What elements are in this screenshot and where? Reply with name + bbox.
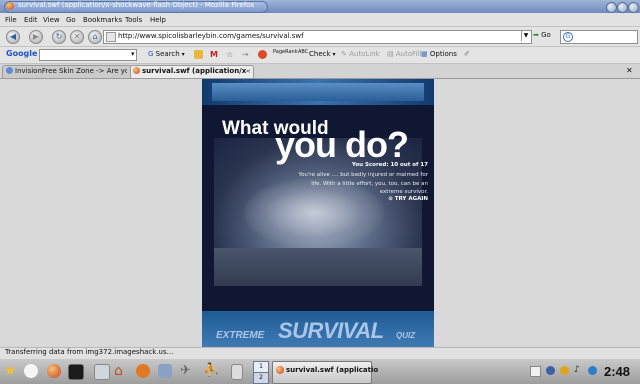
tab-invisionfree-label: InvisionFree Skin Zone -> Are you... [15,67,127,75]
update-tray-icon[interactable] [588,366,597,375]
options-icon: ▦ [421,50,428,58]
google-logo[interactable]: Google ▾ [6,49,43,58]
back-button[interactable]: ◀ [6,30,20,44]
check-button[interactable]: Check ▾ [309,50,335,58]
menu-file[interactable]: File [5,16,17,24]
forward-arrow-icon: ▶ [32,32,40,41]
home-folder-icon[interactable]: ⌂ [114,364,128,378]
start-menu-icon[interactable]: ★ [4,364,18,378]
autofill-icon: ▤ [387,50,394,58]
taskbar-firefox-icon [276,366,284,374]
try-again-icon: ⊙ [388,196,393,202]
menu-view[interactable]: View [43,16,60,24]
menu-go[interactable]: Go [66,16,76,24]
bookmark-star-icon[interactable]: ☆ [226,50,235,59]
maximize-icon[interactable] [617,2,628,13]
logo-extreme: EXTREME [216,330,265,341]
google-search-input[interactable] [39,49,137,61]
tab-survival-label: survival.swf (application/x-sh... [142,67,250,75]
reload-button[interactable]: ↻ [52,30,66,44]
google-search-label: Search [155,50,180,58]
stop-icon: ✕ [73,32,81,41]
score-title: You Scored: 10 out of 17 [351,162,428,168]
aim-icon[interactable]: ⛹ [203,364,219,378]
autofill-button[interactable]: ▤ AutoFill [387,50,421,58]
pagerank-icon [258,50,267,59]
amarok-icon[interactable] [158,364,172,378]
options-label: Options [429,50,457,58]
clock[interactable]: 2:48 [604,364,630,379]
score-description: You're alive .... but badly injured or m… [298,172,428,195]
desktop-icon[interactable] [94,364,110,380]
forward-button[interactable]: ▶ [29,30,43,44]
home-icon: ⌂ [92,32,98,41]
window-title: survival.swf (application/x-shockwave-fl… [18,1,255,9]
close-tab-icon[interactable]: ✕ [626,66,633,75]
survival-favicon [133,67,140,74]
gmail-icon[interactable]: M [210,50,219,59]
url-dropdown-icon[interactable]: ▼ [521,31,530,41]
google-search-button[interactable]: G Search ▾ [148,50,185,58]
google-logo-text: Google [6,49,38,58]
penguin-icon[interactable] [24,364,38,378]
spellcheck-icon: ABC [298,49,309,55]
google-search-dropdown-icon[interactable]: ▾ [131,50,135,58]
highlighter-icon[interactable]: ✐ [464,50,470,58]
news-icon[interactable] [194,50,203,59]
show-desktop-icon[interactable] [231,364,243,380]
try-again-button[interactable]: ⊙ TRY AGAIN [364,196,428,202]
notes-tray-icon[interactable] [530,366,541,377]
skype-icon[interactable] [136,364,150,378]
menu-help[interactable]: Help [150,16,166,24]
pagerank-label[interactable]: PageRank [273,49,298,55]
menu-edit[interactable]: Edit [24,16,38,24]
back-arrow-icon: ◀ [9,32,17,41]
lock-tray-icon[interactable] [560,366,569,375]
reload-icon: ↻ [55,32,63,41]
go-button[interactable]: ➡ Go [533,31,551,39]
menu-bookmarks[interactable]: Bookmarks [83,16,122,24]
taskbar-window-label: survival.swf (applicatio [286,366,379,374]
network-tray-icon[interactable] [546,366,555,375]
satellite-icon[interactable]: ✈ [180,364,194,378]
google-g-icon: G [148,50,154,58]
search-engine-icon[interactable]: G [563,32,573,42]
page-icon [106,32,116,42]
flash-top-band [202,79,434,105]
autolink-button[interactable]: ✎ AutoLink [341,50,380,58]
home-button[interactable]: ⌂ [88,30,102,44]
pager-desktop-2[interactable]: 2 [253,372,269,384]
close-icon[interactable] [628,2,639,13]
headline-line2: you do? [275,124,409,165]
menu-tools[interactable]: Tools [125,16,142,24]
autolink-icon: ✎ [341,50,347,58]
firefox-launcher-icon[interactable] [47,364,61,378]
go-arrow-icon: ➡ [533,31,539,39]
options-button[interactable]: ▦ Options [421,50,457,58]
logo-quiz: QUIZ [396,331,416,340]
try-again-label: TRY AGAIN [394,196,428,202]
firefox-icon [6,2,14,10]
status-text: Transferring data from img372.imageshack… [5,348,174,356]
logo-survival: SURVIVAL [278,318,384,343]
popup-blocker-icon[interactable]: ⇝ [242,50,251,59]
url-text[interactable]: http://www.spicolisbarleybin.com/games/s… [118,32,304,40]
go-label: Go [541,31,551,39]
terminal-icon[interactable] [68,364,84,380]
volume-tray-icon[interactable]: ♪ [574,366,583,375]
autofill-label: AutoFill [395,50,422,58]
autolink-label: AutoLink [349,50,380,58]
invisionfree-favicon [6,67,13,74]
minimize-icon[interactable] [606,2,617,13]
check-label: Check [309,50,331,58]
stop-button[interactable]: ✕ [70,30,84,44]
